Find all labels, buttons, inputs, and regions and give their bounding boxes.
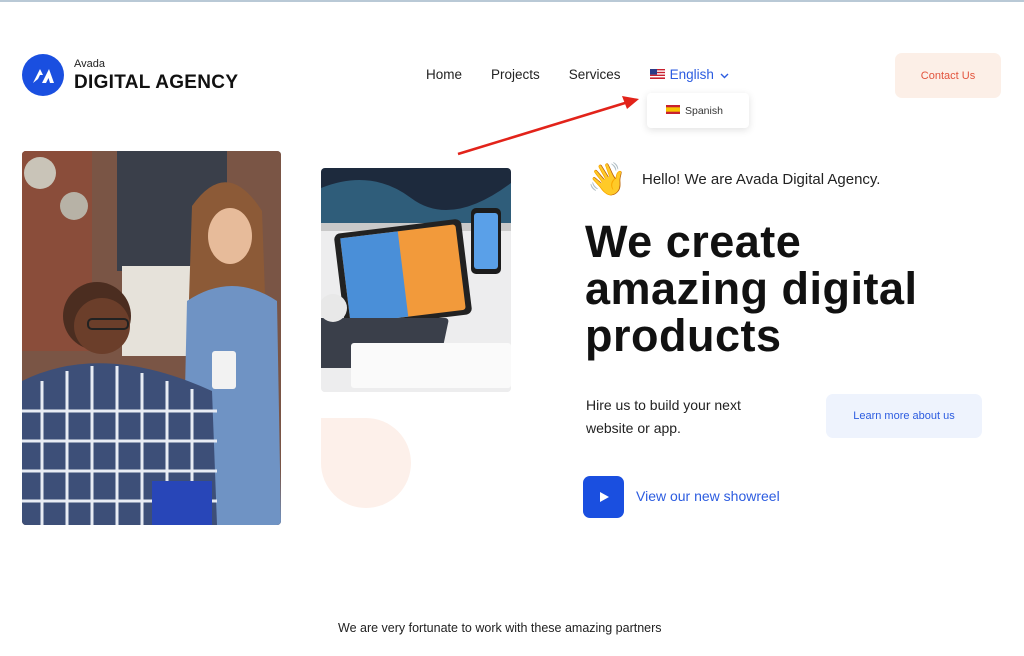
play-button[interactable]	[583, 476, 624, 518]
language-switcher[interactable]: English	[649, 67, 729, 82]
nav-projects[interactable]: Projects	[491, 67, 540, 82]
top-border	[0, 0, 1024, 2]
us-flag-icon	[649, 67, 665, 82]
logo-small-text: Avada	[74, 57, 105, 70]
language-label: English	[669, 67, 714, 82]
partners-text: We are very fortunate to work with these…	[338, 621, 662, 635]
decorative-blob	[321, 418, 411, 508]
dropdown-option-spanish[interactable]: Spanish	[685, 105, 723, 117]
headline-line-2: amazing digital	[585, 263, 918, 314]
hero-subtext: Hire us to build your next website or ap…	[586, 394, 741, 440]
subtext-line-2: website or app.	[586, 420, 681, 436]
waving-hand-icon: 👋	[587, 161, 627, 197]
team-photo	[22, 151, 281, 525]
main-nav: Home Projects Services English	[426, 67, 729, 82]
logo-name-text: DIGITAL AGENCY	[74, 71, 239, 93]
site-logo[interactable]: Avada DIGITAL AGENCY	[22, 54, 238, 96]
subtext-line-1: Hire us to build your next	[586, 397, 741, 413]
hero-headline: We create amazing digital products	[585, 218, 1015, 359]
nav-services[interactable]: Services	[569, 67, 621, 82]
spain-flag-icon	[666, 104, 680, 117]
chevron-down-icon	[720, 67, 729, 82]
devices-photo	[321, 168, 511, 392]
contact-us-button[interactable]: Contact Us	[895, 53, 1001, 98]
nav-home[interactable]: Home	[426, 67, 462, 82]
headline-line-3: products	[585, 310, 782, 361]
learn-more-button[interactable]: Learn more about us	[826, 394, 982, 438]
showreel-link[interactable]: View our new showreel	[636, 488, 780, 504]
logo-icon	[22, 54, 64, 96]
hero-greeting: Hello! We are Avada Digital Agency.	[642, 171, 881, 188]
language-dropdown: Spanish	[647, 93, 749, 128]
annotation-arrow	[457, 96, 639, 156]
play-icon	[599, 492, 609, 502]
headline-line-1: We create	[585, 216, 802, 267]
